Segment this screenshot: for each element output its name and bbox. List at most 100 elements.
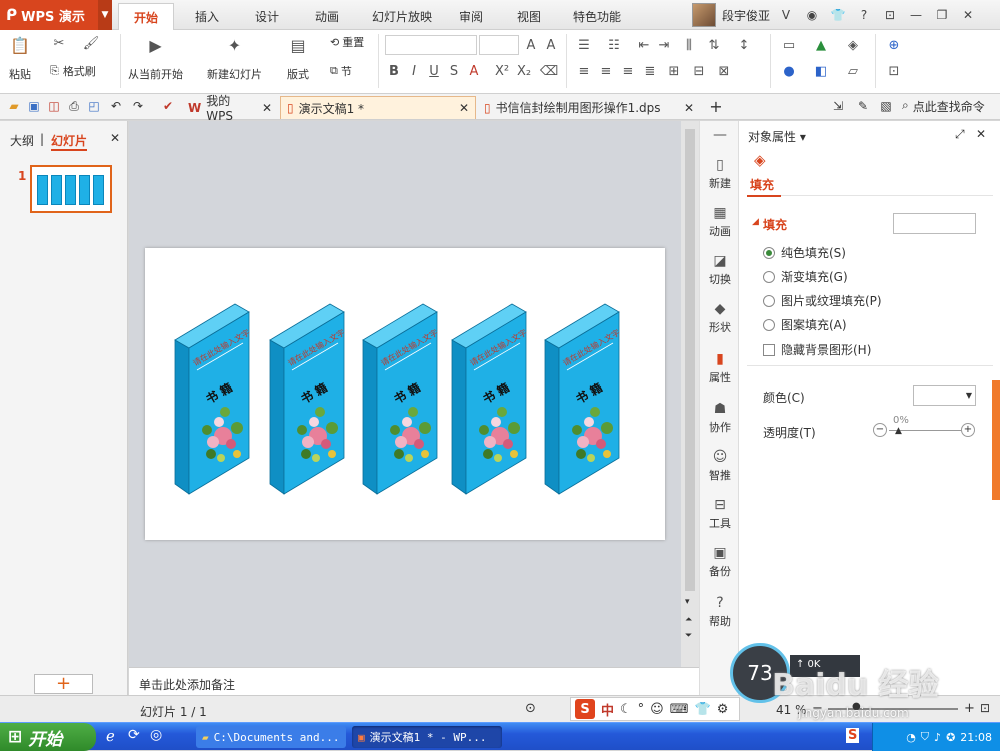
tab-special[interactable]: 特色功能 (562, 3, 632, 30)
close-icon[interactable]: ✕ (958, 5, 978, 25)
rail-item-smart[interactable]: ☺ 智推 (700, 449, 740, 483)
section-button[interactable]: ⧉ 节 (330, 63, 352, 79)
from-current-button[interactable]: ▶ 从当前开始 (128, 34, 183, 82)
font-size-input[interactable] (479, 35, 519, 55)
align-center-icon[interactable]: ≡ (597, 62, 615, 80)
grow-font-icon[interactable]: A (522, 36, 540, 54)
underline-icon[interactable]: U (425, 62, 443, 80)
property-pane-title[interactable]: 对象属性 ▾ (748, 128, 806, 145)
shrink-font-icon[interactable]: A (542, 36, 560, 54)
dock-icon[interactable]: ⤢ (955, 127, 965, 142)
paste-button[interactable]: 📋 粘贴 (8, 34, 32, 82)
minus-icon[interactable]: − (873, 423, 887, 437)
refresh-icon[interactable]: ⟳ (128, 727, 140, 743)
slides-tab[interactable]: 幻灯片 (51, 132, 88, 151)
valign-icon[interactable]: ⊟ (690, 62, 708, 80)
font-name-input[interactable] (385, 35, 477, 55)
pane-collapse-handle[interactable] (992, 380, 1000, 500)
tab-my-wps[interactable]: W 我的WPS ✕ (182, 94, 278, 123)
solid-fill-radio[interactable]: 纯色填充(S) (763, 244, 846, 261)
brush-icon[interactable]: 🖌 (82, 34, 100, 52)
format-painter-button[interactable]: ⎘ 格式刷 (50, 63, 96, 79)
bold-icon[interactable]: B (385, 62, 403, 80)
book-box[interactable]: 请在此处输入文字书 籍 (362, 303, 439, 495)
close-icon[interactable]: ✕ (262, 101, 272, 115)
distribute-icon[interactable]: ⊞ (665, 62, 683, 80)
shape-icon[interactable]: ● (780, 62, 798, 80)
save-icon[interactable]: ▣ (26, 98, 42, 114)
indent-decrease-icon[interactable]: ⇤ (635, 36, 653, 54)
task-explorer[interactable]: ▰ C:\Documents and... (196, 726, 346, 748)
tab-presentation1[interactable]: ▯ 演示文稿1 * ✕ (280, 96, 476, 119)
preview-icon[interactable]: ◰ (86, 98, 102, 114)
network-icon[interactable]: ◔ (906, 731, 916, 744)
tab-animation[interactable]: 动画 (302, 3, 352, 30)
columns-icon[interactable]: ⫼ (680, 36, 698, 54)
select-icon[interactable]: ⊡ (885, 62, 903, 80)
fit-icon[interactable]: ⊡ (980, 701, 990, 715)
text-direction-icon[interactable]: ⇅ (705, 36, 723, 54)
chevron-down-icon[interactable]: ▼ (98, 0, 112, 30)
notes-area[interactable]: 单击此处添加备注 (129, 667, 699, 695)
shirt-icon[interactable]: 👕 (828, 5, 848, 25)
tab-review[interactable]: 审阅 (448, 3, 494, 30)
strike-icon[interactable]: S (445, 62, 463, 80)
slide-thumbnail[interactable] (30, 165, 112, 213)
punct-icon[interactable]: ° (638, 702, 645, 717)
indent-increase-icon[interactable]: ⇥ (655, 36, 673, 54)
add-slide-button[interactable]: + (34, 674, 93, 694)
task-wps[interactable]: ▣ 演示文稿1 * - WP... (352, 726, 502, 748)
pen-icon[interactable]: ✎ (855, 98, 871, 114)
print-icon[interactable]: ⎙ (66, 98, 82, 114)
gradient-fill-radio[interactable]: 渐变填充(G) (763, 268, 848, 285)
prev-slide-icon[interactable]: ⏶ (685, 615, 692, 625)
security-icon[interactable]: ✪ (946, 731, 955, 744)
ie-icon[interactable]: ℯ (106, 727, 115, 745)
shirt-icon[interactable]: 👕 (695, 702, 711, 717)
new-slide-button[interactable]: ✦ 新建幻灯片 (207, 34, 262, 82)
start-button[interactable]: ⊞ 开始 (0, 723, 96, 751)
new-tab-icon[interactable]: + (708, 97, 724, 116)
rail-item-help[interactable]: ? 帮助 (700, 595, 740, 629)
color-dropdown[interactable]: ▼ (913, 385, 976, 406)
fill-tab[interactable]: 填充 (750, 176, 774, 193)
wps-app-menu[interactable]: ᑭ WPS 演示 ▼ (0, 0, 112, 30)
book-box[interactable]: 请在此处输入文字书 籍 (544, 303, 621, 495)
tab-view[interactable]: 视图 (506, 3, 552, 30)
close-icon[interactable]: ✕ (110, 131, 120, 145)
tab-envelope-doc[interactable]: ▯ 书信信封绘制用图形操作1.dps ✕ (478, 96, 700, 119)
keyboard-icon[interactable]: ⌨ (670, 702, 689, 717)
sogou-tray-icon[interactable]: S (846, 728, 860, 743)
sogou-icon[interactable]: S (575, 699, 595, 719)
rail-item-transition[interactable]: ◪ 切换 (700, 253, 740, 287)
chevron-down-icon[interactable]: ▾ (685, 597, 690, 607)
user-name[interactable]: 段宇俊亚 (722, 7, 770, 24)
reset-button[interactable]: ⟲ 重置 (330, 34, 364, 50)
align-right-icon[interactable]: ≡ (619, 62, 637, 80)
command-search[interactable]: ⌕ 点此查找命令 (902, 98, 985, 115)
rail-menu[interactable]: — (700, 127, 740, 145)
more-icon[interactable]: ✔ (160, 98, 176, 114)
font-color-icon[interactable]: A (465, 62, 483, 80)
outline-icon[interactable]: ▱ (844, 62, 862, 80)
skin-icon[interactable]: ◉ (802, 5, 822, 25)
fill-preset-dropdown[interactable] (893, 213, 976, 234)
tab-design[interactable]: 设计 (242, 3, 292, 30)
slider-handle-icon[interactable]: ▲ (895, 426, 902, 436)
line-spacing-icon[interactable]: ↕ (735, 36, 753, 54)
book-box[interactable]: 请在此处输入文字书 籍 (174, 303, 251, 495)
pin-icon[interactable]: ⇲ (830, 98, 846, 114)
avatar[interactable] (692, 3, 716, 27)
numbered-list-icon[interactable]: ☷ (605, 36, 623, 54)
arrange-icon[interactable]: ◧ (812, 62, 830, 80)
subscript-icon[interactable]: X₂ (515, 62, 533, 80)
tool-icon[interactable]: ⚙ (717, 702, 729, 717)
rail-item-new[interactable]: ▯ 新建 (700, 157, 740, 191)
next-slide-icon[interactable]: ⏷ (685, 631, 692, 641)
tab-insert[interactable]: 插入 (182, 3, 232, 30)
image-icon[interactable]: ▧ (878, 98, 894, 114)
textbox-icon[interactable]: ▭ (780, 36, 798, 54)
moon-icon[interactable]: ☾ (620, 702, 632, 717)
rail-item-shape[interactable]: ◆ 形状 (700, 301, 740, 335)
cut-icon[interactable]: ✂ (50, 34, 68, 52)
